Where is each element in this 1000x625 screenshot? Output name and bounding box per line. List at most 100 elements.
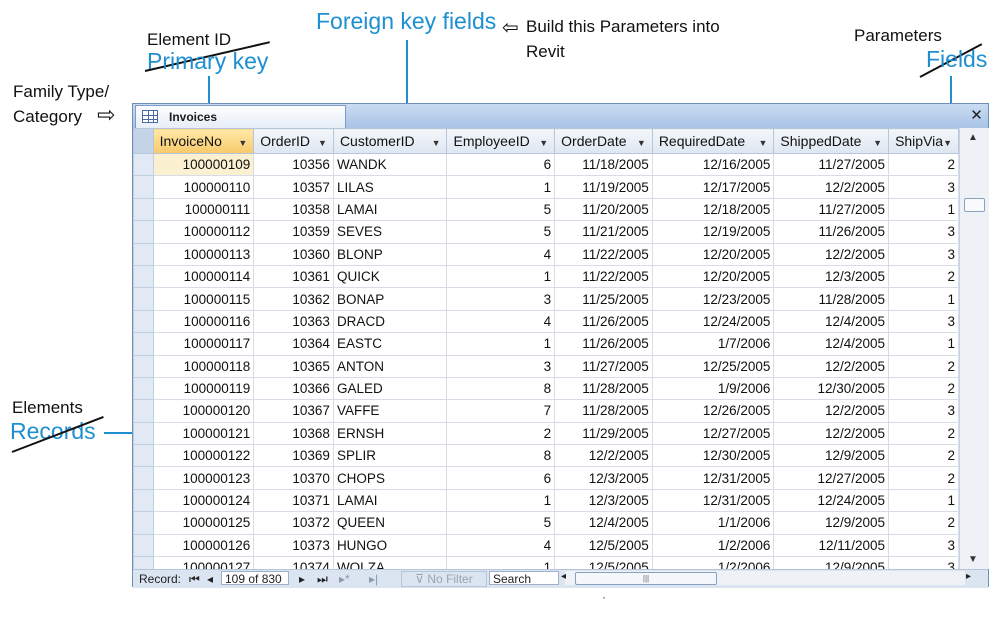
column-header-orderid[interactable]: OrderID ▼ xyxy=(253,128,334,154)
sort-dropdown-icon[interactable]: ▼ xyxy=(943,138,952,148)
cell-orderdate[interactable]: 11/19/2005 xyxy=(554,175,653,199)
cell-employeeid[interactable]: 5 xyxy=(446,220,556,244)
cell-employeeid[interactable]: 4 xyxy=(446,309,556,334)
cell-shippeddate[interactable]: 12/30/2005 xyxy=(773,376,890,401)
cell-requireddate[interactable]: 12/19/2005 xyxy=(651,220,775,244)
cell-invoiceno[interactable]: 100000122 xyxy=(152,444,255,468)
cell-shippeddate[interactable]: 12/2/2005 xyxy=(773,354,890,378)
record-selector[interactable] xyxy=(133,220,154,244)
current-record-field[interactable]: 109 of 830 xyxy=(221,571,289,586)
cell-orderdate[interactable]: 12/4/2005 xyxy=(554,511,653,535)
cell-orderdate[interactable]: 12/5/2005 xyxy=(554,533,653,558)
cell-shippeddate[interactable]: 11/27/2005 xyxy=(773,197,890,222)
cell-shippeddate[interactable]: 12/27/2005 xyxy=(773,466,890,490)
cell-requireddate[interactable]: 12/16/2005 xyxy=(651,152,775,177)
cell-requireddate[interactable]: 1/2/2006 xyxy=(651,533,775,558)
column-header-orderdate[interactable]: OrderDate ▼ xyxy=(554,128,653,154)
scroll-thumb[interactable] xyxy=(964,198,985,212)
record-selector[interactable] xyxy=(133,511,154,535)
scroll-down-icon[interactable]: ▼ xyxy=(968,554,978,565)
cell-requireddate[interactable]: 12/17/2005 xyxy=(651,175,775,199)
cell-employeeid[interactable]: 4 xyxy=(446,533,556,558)
cell-shipvia[interactable]: 2 xyxy=(888,421,959,446)
cell-customerid[interactable]: QUICK xyxy=(332,264,448,289)
cell-orderdate[interactable]: 11/26/2005 xyxy=(554,332,653,356)
horizontal-scrollbar[interactable]: ◂ ||| ▸ xyxy=(561,571,971,585)
cell-orderdate[interactable]: 11/18/2005 xyxy=(554,152,653,177)
scroll-right-icon[interactable]: ▸ xyxy=(966,571,971,582)
cell-shipvia[interactable]: 3 xyxy=(888,220,959,244)
table-row[interactable]: 100000127 10374 WOLZA 1 12/5/2005 1/2/2006 12/… xyxy=(133,556,959,569)
table-row[interactable]: 100000114 10361 QUICK 1 11/22/2005 12/20/2005… xyxy=(133,264,959,289)
table-row[interactable]: 100000122 10369 SPLIR 8 12/2/2005 12/30/2005 1… xyxy=(133,444,959,468)
cell-invoiceno[interactable]: 100000125 xyxy=(152,511,255,535)
cell-orderdate[interactable]: 11/22/2005 xyxy=(554,264,653,289)
table-row[interactable]: 100000116 10363 DRACD 4 11/26/2005 12/24/2005… xyxy=(133,309,959,334)
cell-invoiceno[interactable]: 100000124 xyxy=(152,488,255,513)
record-selector[interactable] xyxy=(133,421,154,446)
table-row[interactable]: 100000109 10356 WANDK 6 11/18/2005 12/16/2005… xyxy=(133,152,959,177)
cell-orderdate[interactable]: 11/25/2005 xyxy=(554,287,653,311)
table-row[interactable]: 100000125 10372 QUEEN 5 12/4/2005 1/1/2006 12/… xyxy=(133,511,959,535)
cell-orderdate[interactable]: 11/26/2005 xyxy=(554,309,653,334)
vertical-scrollbar[interactable]: ▲ ▼ xyxy=(959,128,989,569)
cell-requireddate[interactable]: 12/20/2005 xyxy=(651,264,775,289)
sort-dropdown-icon[interactable]: ▼ xyxy=(432,138,441,148)
last-record-button[interactable]: ⏭ xyxy=(317,572,328,587)
cell-shippeddate[interactable]: 12/24/2005 xyxy=(773,488,890,513)
cell-employeeid[interactable]: 3 xyxy=(446,287,556,311)
record-selector[interactable] xyxy=(133,488,154,513)
sort-dropdown-icon[interactable]: ▼ xyxy=(318,138,327,148)
cell-orderid[interactable]: 10368 xyxy=(253,421,334,446)
record-selector[interactable] xyxy=(133,264,154,289)
cell-employeeid[interactable]: 1 xyxy=(446,556,556,569)
cell-orderid[interactable]: 10372 xyxy=(253,511,334,535)
cell-customerid[interactable]: WOLZA xyxy=(332,556,448,569)
cell-employeeid[interactable]: 1 xyxy=(446,175,556,199)
cell-orderid[interactable]: 10369 xyxy=(253,444,334,468)
cell-employeeid[interactable]: 6 xyxy=(446,466,556,490)
table-row[interactable]: 100000112 10359 SEVES 5 11/21/2005 12/19/2005… xyxy=(133,220,959,244)
cell-invoiceno[interactable]: 100000118 xyxy=(152,354,255,378)
cell-invoiceno[interactable]: 100000109 xyxy=(152,152,255,177)
hscroll-thumb[interactable]: ||| xyxy=(575,572,717,585)
record-selector[interactable] xyxy=(133,444,154,468)
cell-employeeid[interactable]: 7 xyxy=(446,399,556,423)
table-row[interactable]: 100000124 10371 LAMAI 1 12/3/2005 12/31/2005 1… xyxy=(133,488,959,513)
cell-shipvia[interactable]: 2 xyxy=(888,376,959,401)
cell-shippeddate[interactable]: 11/27/2005 xyxy=(773,152,890,177)
cell-invoiceno[interactable]: 100000111 xyxy=(152,197,255,222)
cell-customerid[interactable]: ANTON xyxy=(332,354,448,378)
cell-employeeid[interactable]: 1 xyxy=(446,332,556,356)
cell-employeeid[interactable]: 2 xyxy=(446,421,556,446)
cell-orderid[interactable]: 10357 xyxy=(253,175,334,199)
cell-customerid[interactable]: WANDK xyxy=(332,152,448,177)
table-row[interactable]: 100000117 10364 EASTC 1 11/26/2005 1/7/2006 12… xyxy=(133,332,959,356)
previous-record-button[interactable]: ◂ xyxy=(207,572,213,586)
cell-shipvia[interactable]: 3 xyxy=(888,175,959,199)
cell-shippeddate[interactable]: 11/28/2005 xyxy=(773,287,890,311)
cell-requireddate[interactable]: 12/31/2005 xyxy=(651,466,775,490)
cell-orderdate[interactable]: 12/3/2005 xyxy=(554,466,653,490)
cell-invoiceno[interactable]: 100000116 xyxy=(152,309,255,334)
table-row[interactable]: 100000115 10362 BONAP 3 11/25/2005 12/23/2005… xyxy=(133,287,959,311)
table-row[interactable]: 100000119 10366 GALED 8 11/28/2005 1/9/2006 12… xyxy=(133,376,959,401)
table-row[interactable]: 100000121 10368 ERNSH 2 11/29/2005 12/27/2005… xyxy=(133,421,959,446)
cell-customerid[interactable]: QUEEN xyxy=(332,511,448,535)
cell-orderid[interactable]: 10356 xyxy=(253,152,334,177)
record-selector[interactable] xyxy=(133,466,154,490)
table-row[interactable]: 100000126 10373 HUNGO 4 12/5/2005 1/2/2006 12/… xyxy=(133,533,959,558)
cell-customerid[interactable]: LAMAI xyxy=(332,197,448,222)
cell-requireddate[interactable]: 12/30/2005 xyxy=(651,444,775,468)
cell-invoiceno[interactable]: 100000115 xyxy=(152,287,255,311)
record-selector[interactable] xyxy=(133,533,154,558)
cell-shippeddate[interactable]: 12/9/2005 xyxy=(773,556,890,569)
column-header-invoiceno[interactable]: InvoiceNo ▼ xyxy=(152,128,255,154)
table-row[interactable]: 100000120 10367 VAFFE 7 11/28/2005 12/26/2005… xyxy=(133,399,959,423)
cell-customerid[interactable]: VAFFE xyxy=(332,399,448,423)
cell-shipvia[interactable]: 1 xyxy=(888,488,959,513)
cell-requireddate[interactable]: 12/18/2005 xyxy=(651,197,775,222)
cell-orderid[interactable]: 10365 xyxy=(253,354,334,378)
cell-invoiceno[interactable]: 100000112 xyxy=(152,220,255,244)
cell-orderdate[interactable]: 12/2/2005 xyxy=(554,444,653,468)
